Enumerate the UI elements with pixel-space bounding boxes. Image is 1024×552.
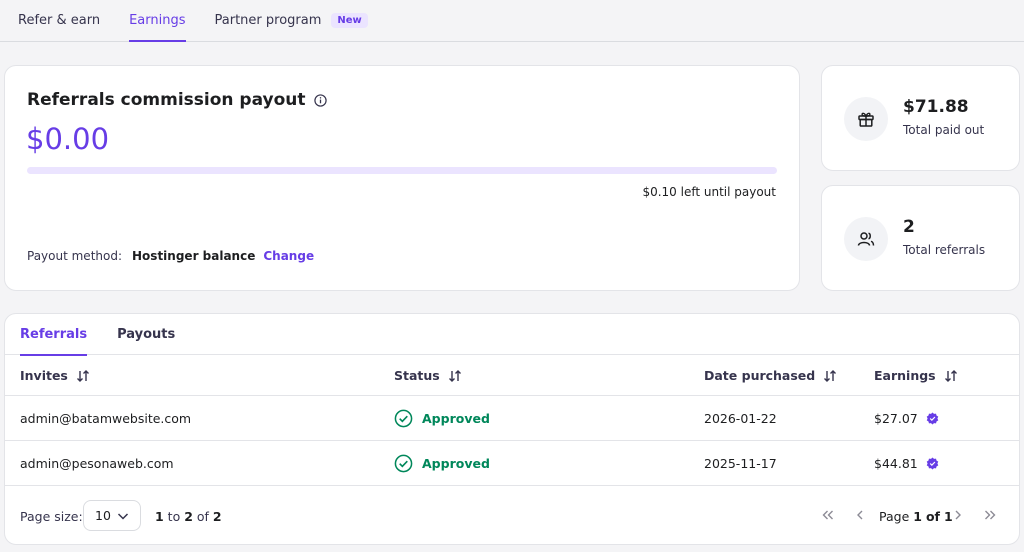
table-row: admin@pesonaweb.com Approved 2025-11-17 … [5,441,1019,486]
sort-icon [824,369,837,382]
verified-badge-icon [926,412,939,425]
chevron-left-icon [857,510,863,520]
tab-partner-program[interactable]: Partner program New [215,0,368,41]
payout-title-text: Referrals commission payout [27,90,306,110]
first-page-button[interactable] [820,506,836,524]
sort-icon [944,369,957,382]
page-range: 1 to 2 of 2 [155,508,222,524]
change-payout-method-link[interactable]: Change [263,249,314,263]
range-from: 1 [155,508,164,524]
check-circle-icon [394,409,413,428]
column-header-label: Status [394,368,440,383]
total-referrals-value: 2 [903,217,915,237]
tab-payouts[interactable]: Payouts [117,314,175,355]
invite-email: admin@batamwebsite.com [20,411,192,426]
stat-icon-circle [844,217,888,261]
total-paid-out-label: Total paid out [903,123,985,137]
tab-label: Refer & earn [18,12,101,28]
date-purchased: 2025-11-17 [704,456,777,471]
earnings-cell: $27.07 [874,396,939,441]
page-word: Page [879,508,910,524]
column-header-date-purchased[interactable]: Date purchased [704,355,837,396]
payout-remaining-text: $0.10 left until payout [642,185,776,199]
column-header-status[interactable]: Status [394,355,462,396]
total-paid-out-value: $71.88 [903,97,969,117]
status-badge: Approved [422,411,490,426]
tab-refer-and-earn[interactable]: Refer & earn [18,0,100,41]
payout-method: Payout method: Hostinger balance Change [27,249,314,263]
page-size-label: Page size: [20,508,83,524]
payout-method-label: Payout method: [27,249,123,263]
column-header-label: Date purchased [704,368,816,383]
top-tab-bar: Refer & earn Earnings Partner program Ne… [0,0,1024,42]
status-cell: Approved [394,441,490,486]
date-purchased: 2026-01-22 [704,411,777,426]
payout-card: Referrals commission payout $0.00 $0.10 … [4,65,800,291]
earnings-cell: $44.81 [874,441,939,486]
total-referrals-card: 2 Total referrals [821,185,1020,291]
last-page-button[interactable] [982,506,998,524]
referrals-table-card: Referrals Payouts Invites Status Date pu… [4,313,1020,545]
payout-progress-bar [27,167,777,174]
payout-method-value: Hostinger balance [132,249,256,263]
range-total: 2 [212,508,222,524]
next-page-button[interactable] [950,506,966,524]
users-icon [857,232,875,246]
tab-label: Partner program [214,12,322,28]
column-header-invites[interactable]: Invites [20,355,90,396]
total-paid-out-card: $71.88 Total paid out [821,65,1020,171]
chevron-right-icon [955,510,961,520]
sort-icon [76,369,89,382]
page-size-value: 10 [95,508,111,523]
payout-amount: $0.00 [26,122,110,156]
page-size-select[interactable]: 10 [83,500,141,531]
stat-icon-circle [844,97,888,141]
new-badge: New [331,12,368,28]
tab-referrals[interactable]: Referrals [20,314,88,356]
pagination-bar: Page size: 10 1 to 2 of 2 Page 1 of 1 [5,486,1019,544]
column-header-label: Invites [20,368,68,383]
total-referrals-label: Total referrals [903,243,986,257]
range-to: 2 [184,508,193,524]
chevron-down-icon [117,513,129,520]
tab-label: Earnings [129,12,186,28]
page-current: 1 [913,508,922,524]
column-header-earnings[interactable]: Earnings [874,355,958,396]
table-header: Invites Status Date purchased Earnings [5,355,1019,396]
tab-label: Referrals [20,327,88,342]
table-row: admin@batamwebsite.com Approved 2026-01-… [5,396,1019,441]
double-chevron-right-icon [985,510,996,520]
page-indicator: Page 1 of 1 [879,509,953,524]
verified-badge-icon [926,457,939,470]
tab-earnings[interactable]: Earnings [129,0,186,42]
sort-icon [448,369,461,382]
column-header-label: Earnings [874,368,936,383]
gift-icon [858,112,874,127]
info-icon[interactable] [313,93,327,107]
payout-title: Referrals commission payout [27,90,327,110]
status-badge: Approved [422,456,490,471]
invite-email: admin@pesonaweb.com [20,456,174,471]
tab-label: Payouts [117,327,176,342]
double-chevron-left-icon [822,510,833,520]
check-circle-icon [394,454,413,473]
page-of: of [925,508,940,524]
previous-page-button[interactable] [852,506,868,524]
table-tab-bar: Referrals Payouts [5,314,1019,356]
status-cell: Approved [394,396,490,441]
earnings-value: $44.81 [874,456,918,471]
earnings-value: $27.07 [874,411,918,426]
